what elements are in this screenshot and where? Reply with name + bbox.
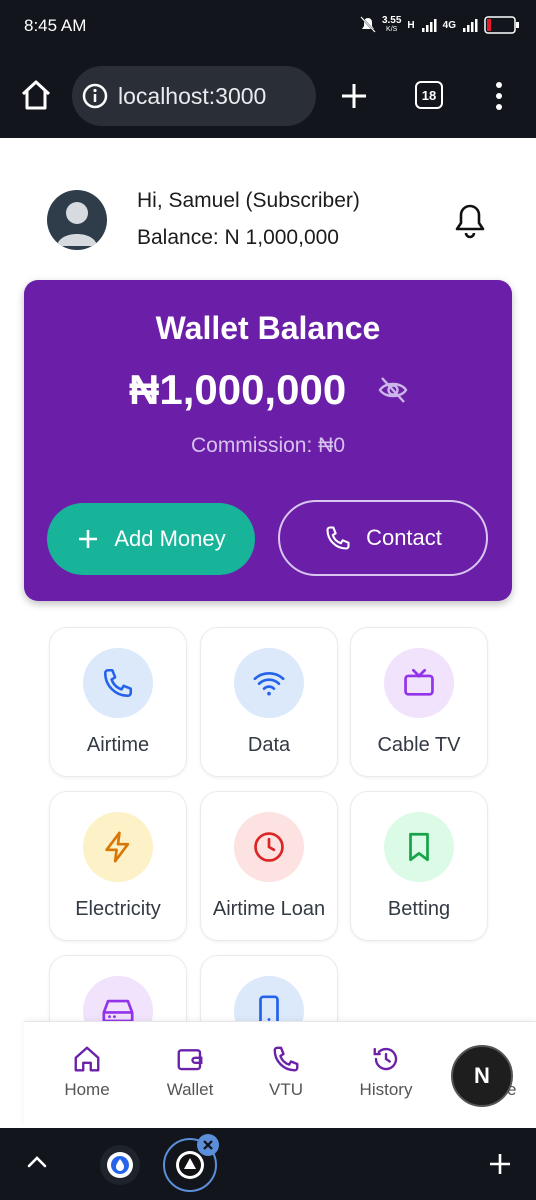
tab-count: 18 — [421, 87, 437, 103]
more-vert-icon[interactable] — [494, 81, 504, 111]
wallet-amount: ₦1,000,000 — [129, 366, 347, 413]
tv-icon — [404, 668, 434, 696]
service-betting[interactable]: Betting — [350, 791, 488, 941]
contact-label: Contact — [366, 525, 442, 550]
bell-icon[interactable] — [452, 202, 488, 240]
service-label: Electricity — [75, 898, 161, 920]
service-label: Airtime Loan — [212, 898, 326, 920]
status-icons: 3.55 K/S H 4G — [360, 16, 520, 34]
wallet-title: Wallet Balance — [155, 310, 381, 346]
tab-count-button[interactable]: 18 — [415, 81, 443, 109]
wallet-icon — [177, 1049, 203, 1071]
close-shortcut-button[interactable] — [197, 1134, 219, 1156]
service-airtime-loan[interactable]: Airtime Loan — [200, 791, 338, 941]
phone-icon — [273, 1046, 299, 1072]
mute-bell-icon — [360, 16, 376, 33]
nav-home[interactable]: Home — [37, 1044, 137, 1100]
close-icon — [203, 1140, 213, 1150]
info-icon[interactable] — [82, 83, 108, 109]
new-tab-icon[interactable] — [340, 82, 368, 110]
next-dev-badge[interactable]: N — [451, 1045, 513, 1107]
battery-icon — [484, 16, 519, 34]
balance-text: Balance: N 1,000,000 — [137, 226, 339, 249]
url-text[interactable]: localhost:3000 — [118, 83, 266, 110]
signal-icon — [463, 19, 478, 32]
app-shortcut[interactable] — [100, 1145, 140, 1185]
nav-label: VTU — [269, 1080, 303, 1099]
service-icon-bg — [234, 812, 304, 882]
eye-off-icon[interactable] — [377, 374, 409, 406]
next-badge-letter: N — [474, 1063, 490, 1088]
app-logo-icon — [107, 1152, 133, 1178]
plus-icon[interactable] — [488, 1152, 512, 1176]
wifi-icon — [253, 672, 285, 696]
phone-icon — [103, 668, 133, 698]
status-time: 8:45 AM — [24, 16, 87, 35]
nav-label: History — [359, 1080, 413, 1099]
nav-history[interactable]: History — [336, 1044, 436, 1100]
network-4g: 4G — [442, 19, 456, 31]
chevron-up-icon[interactable] — [26, 1154, 48, 1170]
greeting-text: Hi, Samuel (Subscriber) — [137, 189, 360, 212]
net-unit: K/S — [386, 26, 398, 33]
system-nav-bar — [0, 1128, 536, 1200]
add-money-button[interactable]: Add Money — [47, 503, 255, 575]
commission-text: Commission: ₦0 — [190, 434, 346, 457]
service-icon-bg — [234, 648, 304, 718]
nav-label: Home — [64, 1080, 110, 1099]
service-label: Airtime — [86, 734, 150, 756]
home-icon — [74, 1046, 100, 1072]
phone-icon — [326, 526, 350, 550]
home-icon[interactable] — [19, 78, 53, 112]
add-money-label: Add Money — [114, 526, 226, 551]
nav-vtu[interactable]: VTU — [236, 1044, 336, 1100]
service-data[interactable]: Data — [200, 627, 338, 777]
bookmark-icon — [409, 832, 429, 862]
history-icon — [373, 1047, 398, 1071]
service-icon-bg — [83, 648, 153, 718]
network-h: H — [407, 19, 415, 31]
net-speed: 3.55 — [381, 15, 402, 26]
service-label: Cable TV — [377, 734, 461, 756]
avatar[interactable] — [47, 190, 107, 250]
clock-icon — [254, 832, 284, 862]
service-electricity[interactable]: Electricity — [49, 791, 187, 941]
service-cable-tv[interactable]: Cable TV — [350, 627, 488, 777]
nav-label: Wallet — [166, 1080, 214, 1099]
contact-button[interactable]: Contact — [278, 500, 488, 576]
nav-wallet[interactable]: Wallet — [140, 1044, 240, 1100]
user-avatar-icon — [57, 202, 97, 246]
service-airtime[interactable]: Airtime — [49, 627, 187, 777]
service-icon-bg — [384, 648, 454, 718]
service-icon-bg — [83, 812, 153, 882]
service-icon-bg — [384, 812, 454, 882]
plus-icon — [79, 530, 98, 548]
service-label: Data — [247, 734, 291, 756]
signal-icon — [421, 19, 437, 32]
service-label: Betting — [387, 898, 451, 920]
bolt-icon — [105, 831, 130, 863]
